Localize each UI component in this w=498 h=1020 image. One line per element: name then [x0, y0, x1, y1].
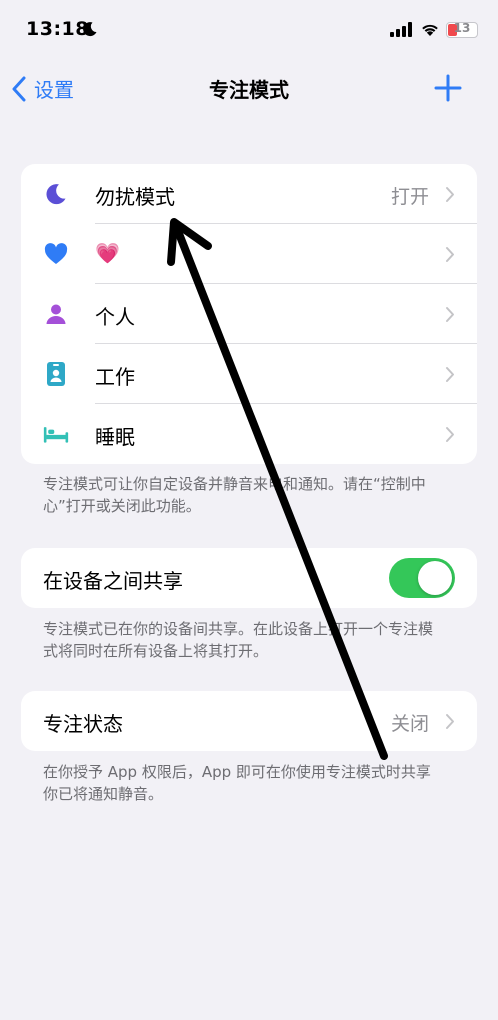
- share-label: 在设备之间共享: [43, 569, 183, 593]
- focus-status-group: 专注状态 关闭: [21, 691, 477, 751]
- focus-mode-personal[interactable]: 个人: [21, 284, 477, 344]
- bed-icon: [43, 421, 69, 447]
- share-group: 在设备之间共享: [21, 548, 477, 608]
- chevron-right-icon: [446, 367, 454, 382]
- chevron-right-icon: [446, 427, 454, 442]
- focus-status-value: 关闭: [390, 713, 429, 735]
- share-toggle[interactable]: [389, 558, 455, 598]
- moon-icon: [83, 22, 97, 37]
- moon-icon: [43, 181, 69, 207]
- focus-mode-label: 睡眠: [95, 425, 135, 449]
- focus-mode-label: 工作: [95, 365, 135, 389]
- focus-modes-list: 勿扰模式 打开 💗 个人 工作 睡眠: [21, 164, 477, 464]
- wifi-icon: [422, 24, 438, 36]
- heart-icon: [43, 241, 69, 267]
- battery-level: 13: [453, 21, 471, 35]
- signal-icon: [390, 22, 412, 37]
- focus-mode-work[interactable]: 工作: [21, 344, 477, 404]
- battery-icon: 13: [446, 21, 478, 38]
- focus-status-label: 专注状态: [43, 712, 123, 736]
- share-across-devices-row: 在设备之间共享: [21, 548, 477, 608]
- focus-mode-label: 💗: [95, 241, 120, 265]
- focus-status-footnote: 在你授予 App 权限后，App 即可在你使用专注模式时共享你已将通知静音。: [43, 763, 431, 803]
- focus-mode-heart[interactable]: 💗: [21, 224, 477, 284]
- page-title: 专注模式: [209, 78, 289, 102]
- focus-mode-sleep[interactable]: 睡眠: [21, 404, 477, 464]
- chevron-right-icon: [446, 714, 454, 729]
- chevron-right-icon: [446, 187, 454, 202]
- add-icon[interactable]: [434, 74, 462, 102]
- person-icon: [43, 301, 69, 327]
- share-footnote: 专注模式已在你的设备间共享。在此设备上打开一个专注模式将同时在所有设备上将其打开…: [43, 620, 434, 660]
- focus-footnote: 专注模式可让你自定设备并静音来电和通知。请在“控制中心”打开或关闭此功能。: [43, 475, 426, 515]
- focus-mode-do-not-disturb[interactable]: 勿扰模式 打开: [21, 164, 477, 224]
- chevron-right-icon: [446, 307, 454, 322]
- status-bar: 13:18 13: [0, 0, 498, 60]
- nav-bar: 设置 专注模式: [0, 62, 498, 116]
- focus-mode-value: 打开: [390, 186, 429, 208]
- focus-status-row[interactable]: 专注状态 关闭: [21, 691, 477, 751]
- focus-mode-label: 个人: [95, 305, 135, 329]
- status-time: 13:18: [26, 18, 89, 40]
- chevron-right-icon: [446, 247, 454, 262]
- focus-mode-label: 勿扰模式: [95, 185, 175, 209]
- id-badge-icon: [43, 361, 69, 387]
